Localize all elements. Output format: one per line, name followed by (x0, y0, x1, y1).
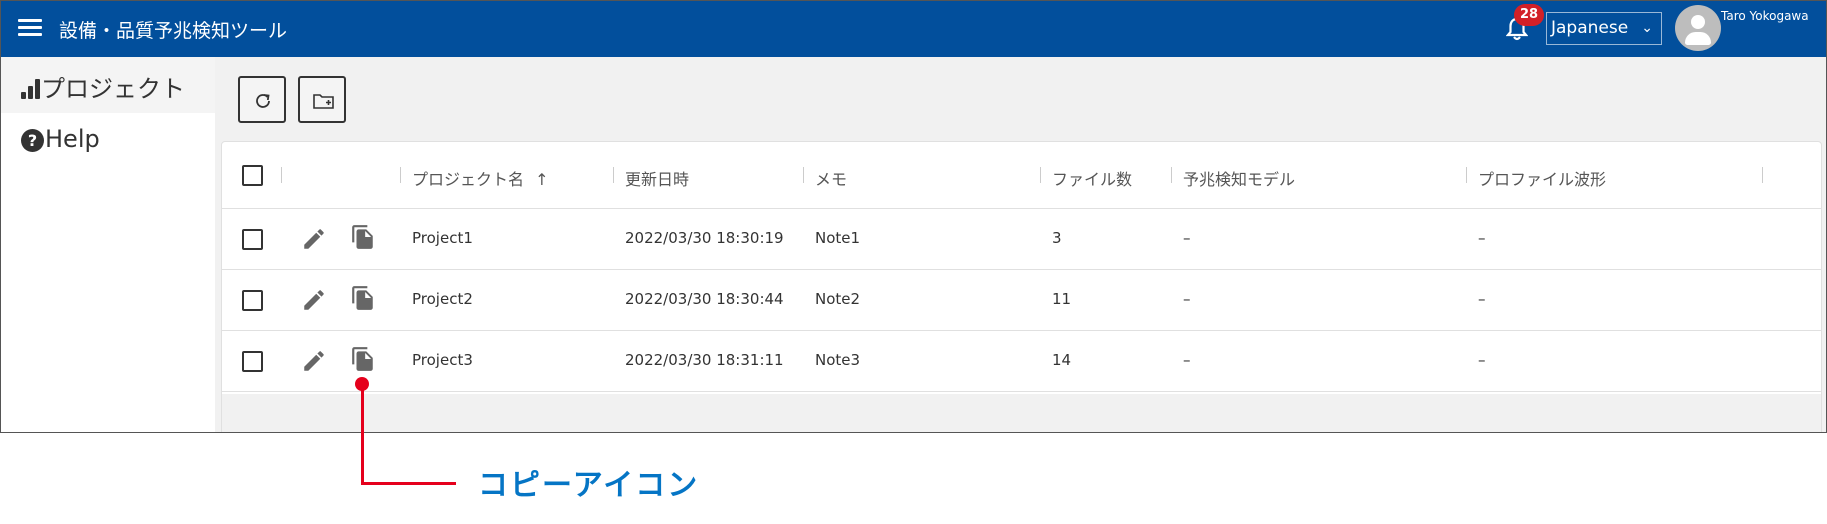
cell-updated: 2022/03/30 18:30:19 (625, 229, 784, 247)
cell-profile: – (1478, 290, 1486, 308)
project-table: プロジェクト名 ↑ 更新日時 メモ ファイル数 予兆検知モデル プロファイル波形… (221, 141, 1822, 432)
language-select[interactable]: Japanese ⌄ (1546, 12, 1662, 45)
column-header-memo[interactable]: メモ (815, 166, 847, 190)
callout-label: コピーアイコン (478, 468, 700, 503)
edit-pencil-icon[interactable] (301, 226, 327, 252)
table-row: Project1 2022/03/30 18:30:19 Note1 3 – – (222, 209, 1821, 270)
column-header-model[interactable]: 予兆検知モデル (1183, 166, 1295, 190)
user-avatar[interactable] (1675, 5, 1721, 51)
copy-icon[interactable] (350, 224, 376, 250)
chevron-down-icon: ⌄ (1641, 20, 1653, 36)
cell-file-count: 14 (1052, 351, 1072, 369)
cell-file-count: 3 (1052, 229, 1062, 247)
cell-profile: – (1478, 229, 1486, 247)
user-name: Taro Yokogawa (1721, 9, 1809, 23)
column-header-file-count[interactable]: ファイル数 (1052, 166, 1132, 190)
notification-badge: 28 (1514, 4, 1545, 26)
cell-memo: Note2 (815, 290, 861, 308)
cell-model: – (1183, 229, 1191, 247)
table-row: Project3 2022/03/30 18:31:11 Note3 14 – … (222, 331, 1821, 392)
cell-model: – (1183, 351, 1191, 369)
row-checkbox[interactable] (242, 351, 263, 372)
column-header-profile[interactable]: プロファイル波形 (1478, 166, 1606, 190)
refresh-button[interactable] (238, 76, 286, 123)
cell-project-name[interactable]: Project3 (412, 351, 473, 369)
sidebar-item-projects[interactable]: プロジェクト (1, 57, 215, 113)
hamburger-menu-icon[interactable] (18, 19, 42, 37)
callout-line (361, 482, 456, 485)
app-title: 設備・品質予兆検知ツール (59, 20, 288, 42)
sort-ascending-icon: ↑ (535, 170, 549, 189)
copy-icon[interactable] (350, 285, 376, 311)
edit-pencil-icon[interactable] (301, 348, 327, 374)
select-all-checkbox[interactable] (242, 165, 263, 186)
cell-file-count: 11 (1052, 290, 1072, 308)
cell-updated: 2022/03/30 18:30:44 (625, 290, 784, 308)
cell-memo: Note1 (815, 229, 861, 247)
refresh-icon (256, 94, 270, 108)
language-select-value: Japanese (1551, 18, 1629, 38)
bar-chart-icon (21, 79, 41, 99)
copy-icon[interactable] (350, 346, 376, 372)
column-header-updated[interactable]: 更新日時 (625, 166, 689, 190)
row-checkbox[interactable] (242, 290, 263, 311)
row-checkbox[interactable] (242, 229, 263, 250)
new-folder-icon (313, 94, 334, 109)
table-header: プロジェクト名 ↑ 更新日時 メモ ファイル数 予兆検知モデル プロファイル波形 (222, 142, 1821, 209)
column-header-project-name[interactable]: プロジェクト名 ↑ (412, 166, 549, 190)
new-folder-button[interactable] (298, 76, 346, 123)
sidebar-item-label: プロジェクト (41, 75, 185, 103)
app-window: 設備・品質予兆検知ツール 28 Japanese ⌄ Taro Yokogawa… (0, 0, 1827, 433)
top-app-bar: 設備・品質予兆検知ツール 28 Japanese ⌄ Taro Yokogawa (1, 1, 1826, 57)
callout-line (361, 383, 364, 484)
table-row: Project2 2022/03/30 18:30:44 Note2 11 – … (222, 270, 1821, 331)
table-empty-area (222, 394, 1821, 432)
edit-pencil-icon[interactable] (301, 287, 327, 313)
cell-profile: – (1478, 351, 1486, 369)
cell-memo: Note3 (815, 351, 861, 369)
cell-project-name[interactable]: Project1 (412, 229, 473, 247)
cell-project-name[interactable]: Project2 (412, 290, 473, 308)
cell-updated: 2022/03/30 18:31:11 (625, 351, 784, 369)
cell-model: – (1183, 290, 1191, 308)
sidebar-item-label: Help (45, 125, 100, 153)
help-circle-icon: ? (21, 129, 44, 152)
sidebar: プロジェクト Help ? (1, 57, 215, 432)
